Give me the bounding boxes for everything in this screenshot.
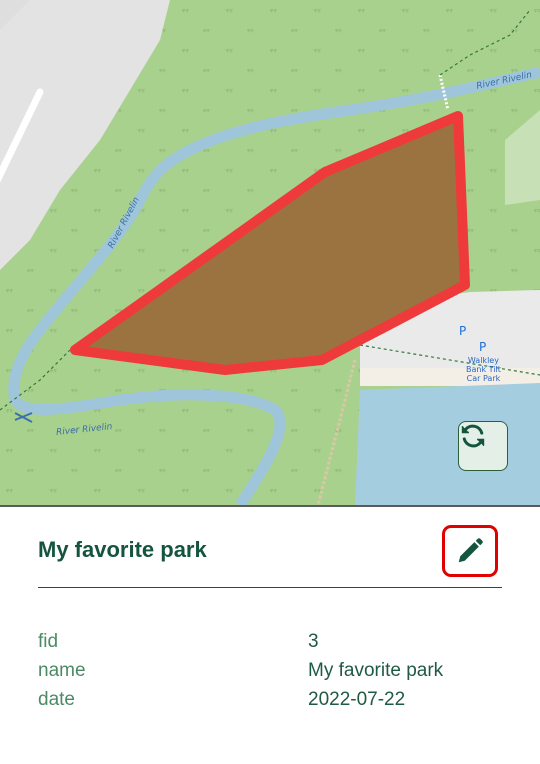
sync-icon	[461, 424, 485, 448]
parking-symbol: P	[459, 324, 467, 338]
parking-name-label: Walkley Bank Tilt Car Park	[466, 356, 501, 383]
feature-title: My favorite park	[38, 537, 207, 562]
attribute-value: 3	[308, 630, 319, 652]
attribute-key: name	[38, 659, 86, 681]
attribute-table: fid 3 name My favorite park date 2022-07…	[38, 627, 502, 714]
edit-feature-button[interactable]	[442, 525, 498, 577]
attribute-key: fid	[38, 630, 59, 652]
sync-button[interactable]	[458, 421, 508, 471]
attribute-row: name My favorite park	[38, 656, 502, 685]
attribute-row: date 2022-07-22	[38, 685, 502, 714]
map-canvas[interactable]: ᵠᵠ ᵠᵠ River Rivelin River Rivelin R	[0, 0, 540, 505]
attribute-row: fid 3	[38, 627, 502, 656]
title-divider	[38, 587, 502, 588]
attribute-value: My favorite park	[308, 659, 444, 681]
attribute-key: date	[38, 688, 75, 710]
attribute-value: 2022-07-22	[308, 688, 406, 710]
feature-panel: My favorite park fid 3 name My favorite …	[0, 505, 540, 764]
parking-symbol: P	[479, 340, 487, 354]
pencil-icon	[458, 538, 483, 563]
